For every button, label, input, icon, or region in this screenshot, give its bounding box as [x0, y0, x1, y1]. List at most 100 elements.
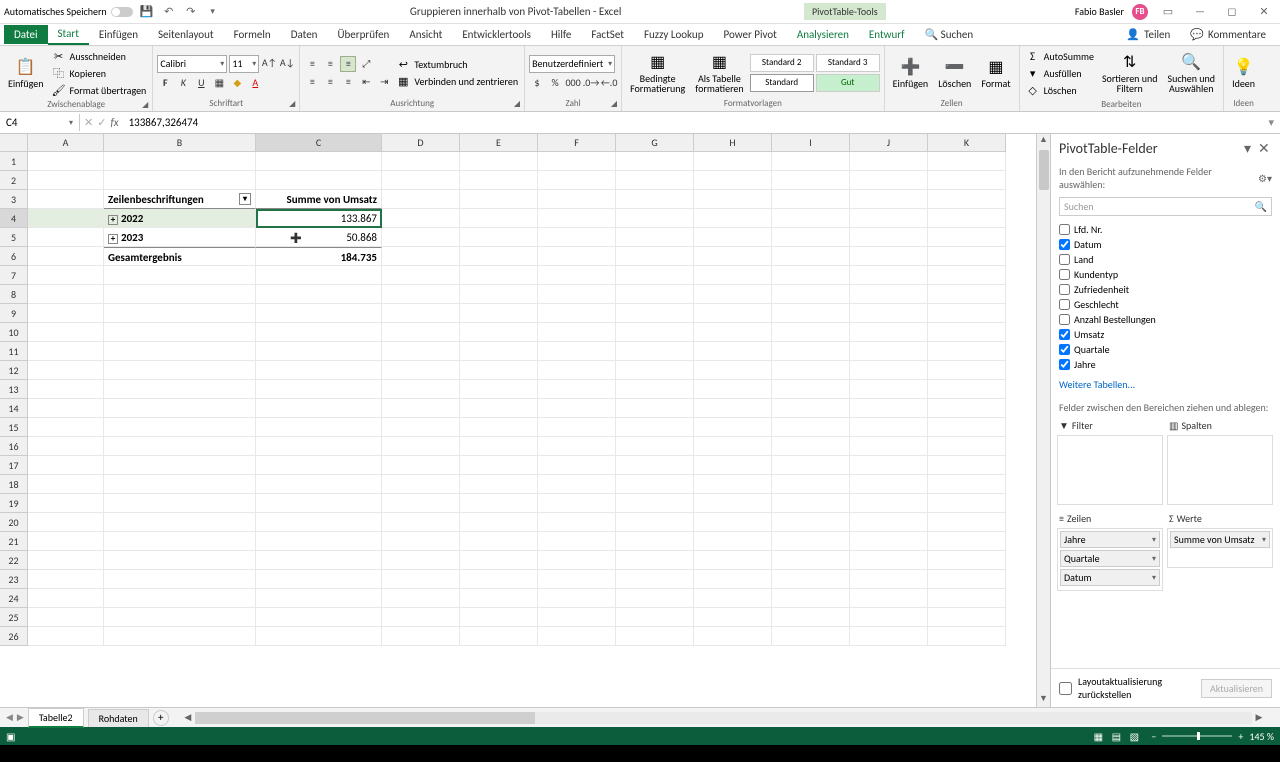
cell[interactable]	[28, 513, 104, 532]
cell[interactable]	[616, 304, 694, 323]
gear-icon[interactable]: ⚙▾	[1258, 172, 1272, 185]
cell[interactable]	[772, 323, 850, 342]
cell-styles-gallery[interactable]: Standard 2 Standard 3 Standard Gut	[750, 54, 880, 92]
cell[interactable]	[850, 247, 928, 266]
cell[interactable]	[772, 285, 850, 304]
cell[interactable]	[850, 570, 928, 589]
user-avatar[interactable]: FB	[1132, 4, 1148, 20]
cell[interactable]	[460, 247, 538, 266]
cell[interactable]	[772, 228, 850, 247]
cell[interactable]	[382, 532, 460, 551]
align-left-button[interactable]: ≡	[304, 74, 320, 90]
cell[interactable]: 184.735	[256, 247, 382, 266]
cell[interactable]	[694, 456, 772, 475]
cell[interactable]	[104, 380, 256, 399]
cell[interactable]	[28, 570, 104, 589]
cell[interactable]	[850, 228, 928, 247]
cell[interactable]	[104, 551, 256, 570]
row-header[interactable]: 24	[0, 589, 28, 608]
row-header[interactable]: 6	[0, 247, 28, 266]
cell[interactable]	[104, 361, 256, 380]
cell[interactable]	[694, 570, 772, 589]
cell[interactable]	[538, 456, 616, 475]
field-checkbox[interactable]	[1059, 329, 1070, 340]
normal-view-icon[interactable]: ▦	[1089, 730, 1107, 743]
cell[interactable]	[772, 247, 850, 266]
cell[interactable]	[28, 285, 104, 304]
cell[interactable]	[28, 437, 104, 456]
cell[interactable]	[616, 266, 694, 285]
col-header[interactable]: I	[772, 134, 850, 152]
field-checkbox[interactable]	[1059, 224, 1070, 235]
style-item[interactable]: Gut	[816, 74, 880, 92]
cell[interactable]	[694, 437, 772, 456]
cell[interactable]	[772, 190, 850, 209]
tab-review[interactable]: Überprüfen	[327, 25, 399, 44]
launcher-icon[interactable]: ◢	[289, 99, 295, 109]
expand-icon[interactable]: +	[108, 234, 118, 244]
cell[interactable]	[850, 304, 928, 323]
cell[interactable]	[460, 228, 538, 247]
cell[interactable]	[382, 399, 460, 418]
cell[interactable]	[460, 399, 538, 418]
add-sheet-button[interactable]: +	[153, 710, 169, 726]
pane-menu-icon[interactable]: ▾	[1244, 140, 1258, 157]
cell[interactable]	[28, 323, 104, 342]
cell[interactable]	[460, 551, 538, 570]
row-header[interactable]: 15	[0, 418, 28, 437]
sheet-tab[interactable]: Rohdaten	[88, 709, 149, 727]
cell[interactable]	[694, 285, 772, 304]
row-header[interactable]: 22	[0, 551, 28, 570]
cell[interactable]	[850, 209, 928, 228]
enter-icon[interactable]: ✓	[97, 116, 106, 129]
field-item[interactable]: Umsatz	[1059, 327, 1272, 342]
cell[interactable]	[382, 304, 460, 323]
area-filter-drop[interactable]	[1057, 435, 1163, 505]
defer-layout-checkbox[interactable]	[1059, 682, 1072, 695]
cell[interactable]	[616, 247, 694, 266]
cell[interactable]	[772, 418, 850, 437]
cell[interactable]	[256, 399, 382, 418]
cell[interactable]	[616, 342, 694, 361]
col-header[interactable]: F	[538, 134, 616, 152]
cell[interactable]	[850, 380, 928, 399]
cell[interactable]	[104, 399, 256, 418]
cell[interactable]	[772, 361, 850, 380]
cell[interactable]	[772, 304, 850, 323]
italic-button[interactable]: K	[175, 75, 191, 91]
style-item[interactable]: Standard 3	[816, 54, 880, 72]
cell[interactable]	[928, 513, 1006, 532]
cell[interactable]	[616, 399, 694, 418]
align-right-button[interactable]: ≡	[340, 74, 356, 90]
cell[interactable]	[382, 380, 460, 399]
style-item[interactable]: Standard 2	[750, 54, 814, 72]
cell[interactable]	[538, 437, 616, 456]
cell[interactable]	[538, 152, 616, 171]
fill-button[interactable]: ▾Ausfüllen	[1024, 65, 1096, 81]
cell[interactable]	[256, 152, 382, 171]
cell[interactable]	[694, 209, 772, 228]
save-icon[interactable]: 💾	[139, 4, 155, 20]
row-header[interactable]: 11	[0, 342, 28, 361]
cell[interactable]	[928, 589, 1006, 608]
cell[interactable]	[538, 342, 616, 361]
cell[interactable]	[694, 608, 772, 627]
merge-button[interactable]: ▦Verbinden und zentrieren	[394, 73, 520, 89]
cell[interactable]	[616, 532, 694, 551]
col-header[interactable]: A	[28, 134, 104, 152]
area-item[interactable]: Datum▾	[1060, 569, 1160, 586]
cell[interactable]	[382, 513, 460, 532]
cell[interactable]	[694, 152, 772, 171]
cell[interactable]	[256, 304, 382, 323]
cell[interactable]	[772, 551, 850, 570]
cell[interactable]	[616, 475, 694, 494]
cell[interactable]	[928, 285, 1006, 304]
cell[interactable]	[382, 608, 460, 627]
cell[interactable]	[460, 589, 538, 608]
cell[interactable]	[772, 456, 850, 475]
tab-fuzzy[interactable]: Fuzzy Lookup	[634, 25, 714, 44]
cell[interactable]	[28, 266, 104, 285]
cell[interactable]	[104, 323, 256, 342]
cell[interactable]	[460, 437, 538, 456]
cell[interactable]: Summe von Umsatz	[256, 190, 382, 209]
